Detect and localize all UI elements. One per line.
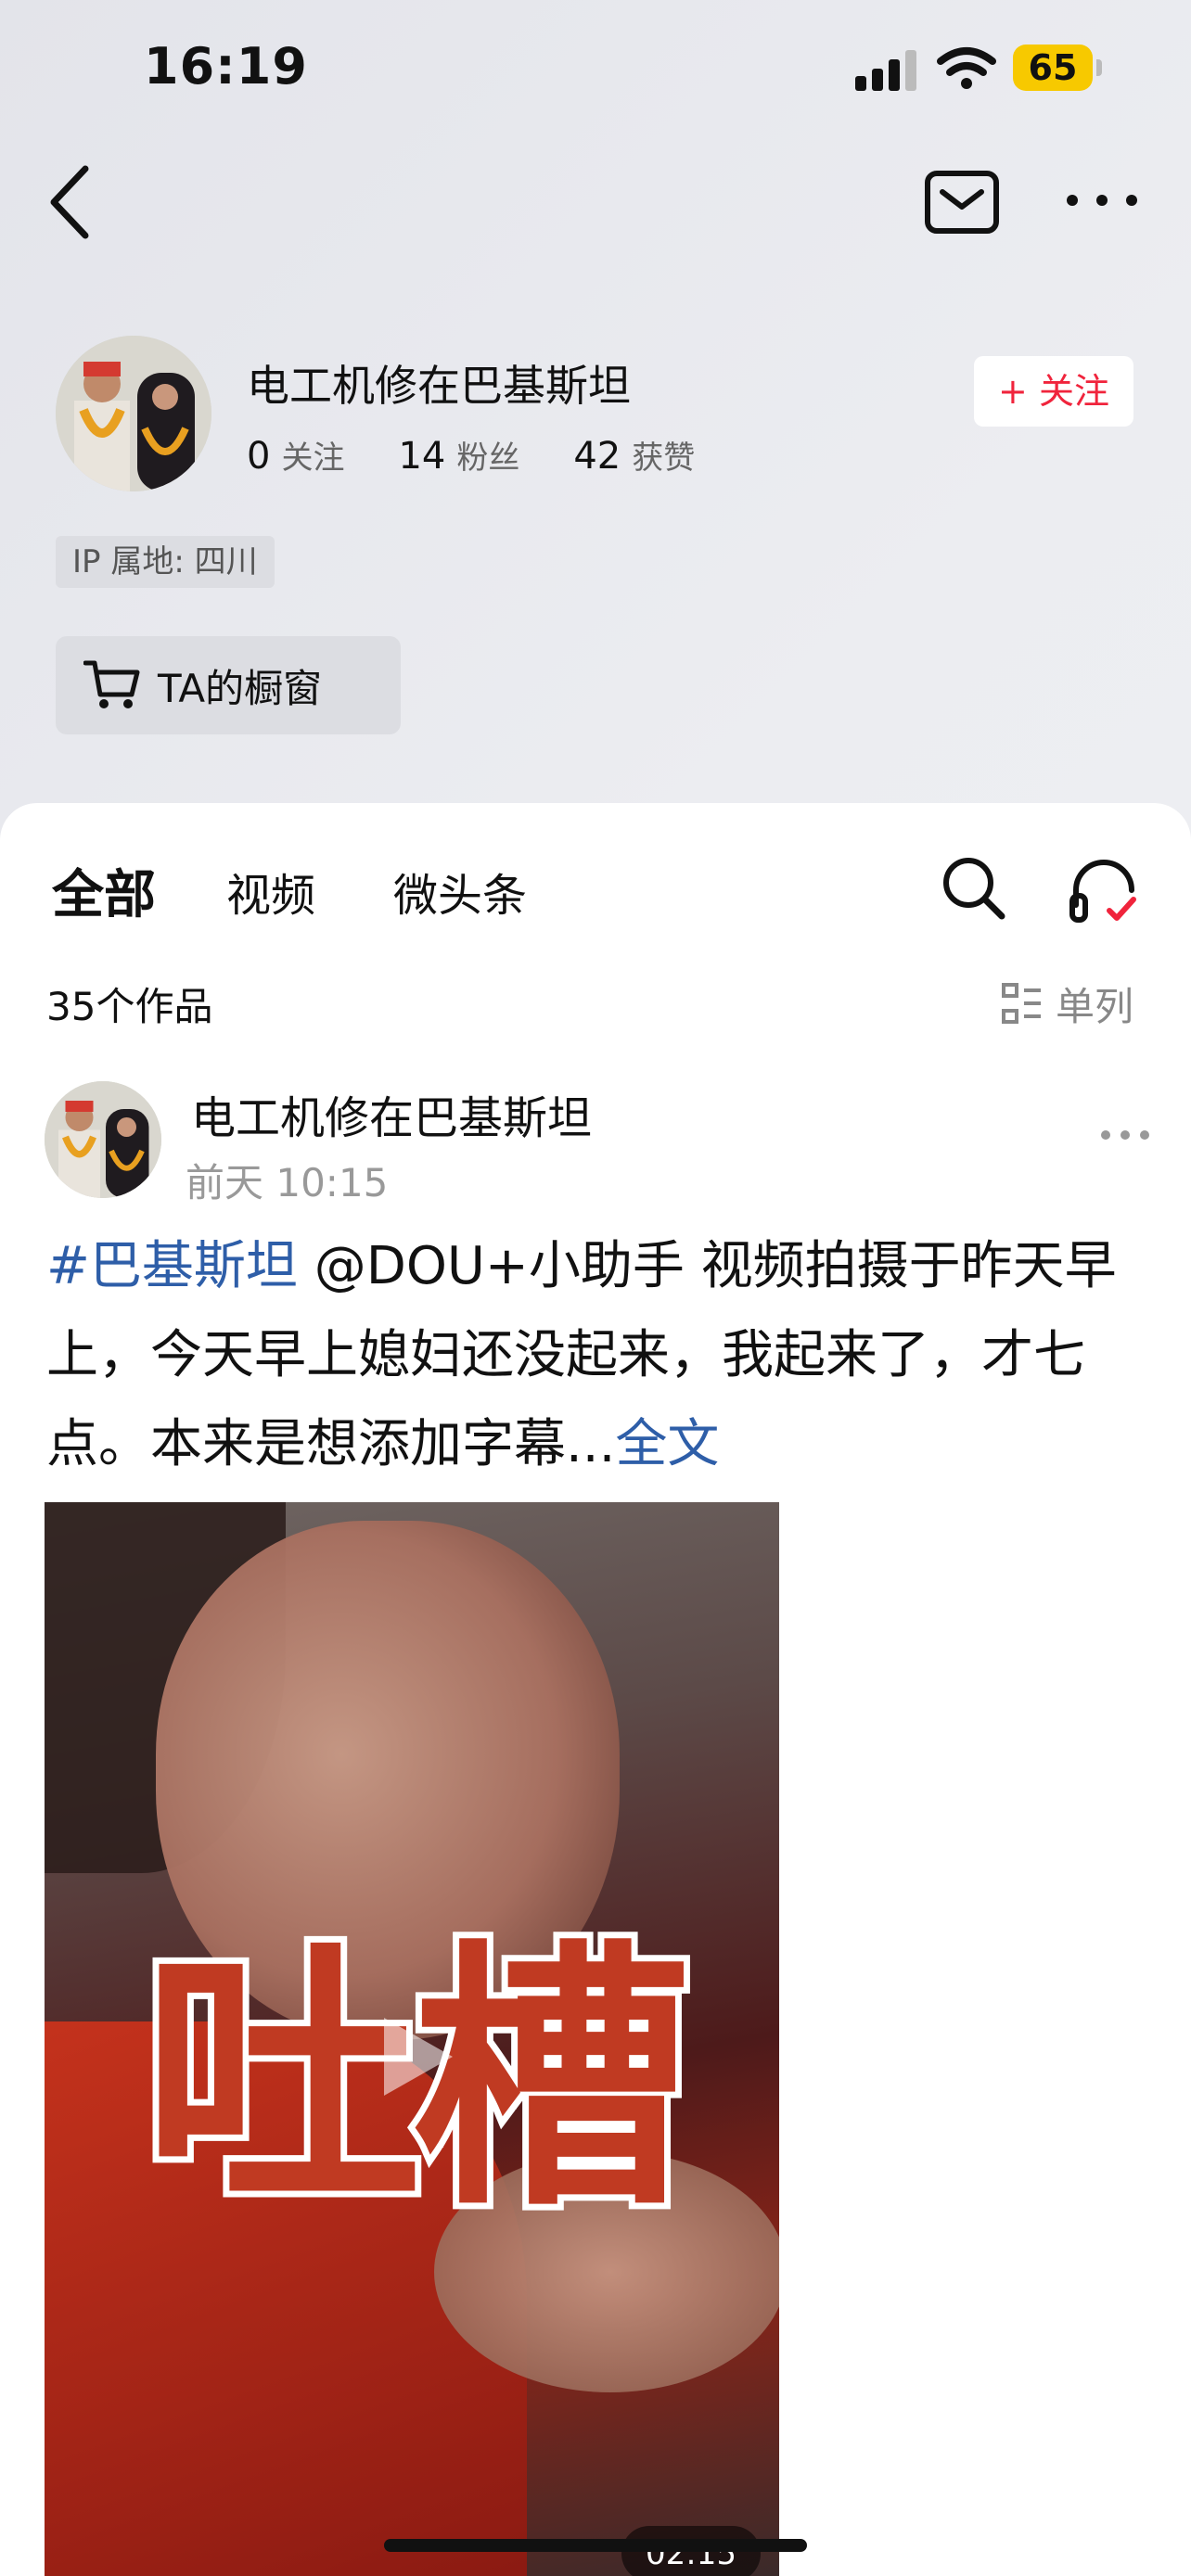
ip-location-badge: IP 属地: 四川 [56, 536, 275, 588]
view-mode-toggle[interactable]: 单列 [1002, 976, 1133, 1032]
wifi-icon [937, 47, 996, 89]
shop-window-label: TA的橱窗 [158, 665, 323, 711]
more-options-icon[interactable] [1065, 193, 1139, 208]
likes-count: 42 [573, 435, 621, 478]
fans-count[interactable]: 14 [398, 435, 445, 478]
following-count[interactable]: 0 [247, 435, 270, 478]
message-icon[interactable] [924, 170, 1000, 235]
profile-avatar[interactable] [56, 336, 211, 491]
post-author-avatar[interactable] [45, 1081, 161, 1198]
full-text-link[interactable]: 全文 [615, 1414, 719, 1474]
follow-button[interactable]: + 关注 [974, 356, 1133, 427]
profile-name: 电工机修在巴基斯坦 [247, 361, 631, 411]
tab-video[interactable]: 视频 [226, 859, 315, 924]
post-timestamp: 前天 10:15 [186, 1160, 389, 1205]
battery-cap [1096, 59, 1102, 76]
post-hashtag[interactable]: #巴基斯坦 [46, 1236, 298, 1296]
profile-stats: 0 关注 14 粉丝 42 获赞 [247, 432, 695, 478]
list-view-icon [1002, 982, 1041, 1024]
view-mode-label: 单列 [1056, 984, 1134, 1029]
shop-window-button[interactable]: TA的橱窗 [56, 636, 401, 734]
status-time: 16:19 [144, 37, 308, 96]
back-arrow-icon[interactable] [46, 163, 93, 241]
search-icon[interactable] [941, 855, 1007, 922]
play-icon[interactable] [375, 2010, 458, 2103]
post-author-name[interactable]: 电工机修在巴基斯坦 [191, 1081, 592, 1146]
shopping-cart-icon [83, 660, 140, 708]
following-label[interactable]: 关注 [281, 432, 344, 478]
fans-label[interactable]: 粉丝 [456, 432, 519, 478]
post-more-icon[interactable] [1100, 1129, 1150, 1141]
tab-all[interactable]: 全部 [52, 853, 156, 928]
likes-label: 获赞 [632, 440, 696, 477]
video-thumbnail[interactable]: 吐槽 02:15 [45, 1502, 779, 2576]
battery-indicator: 65 [1013, 45, 1093, 91]
listen-headphones-icon[interactable] [1067, 855, 1141, 925]
works-count: 35个作品 [46, 984, 213, 1029]
tab-micro-headline[interactable]: 微头条 [393, 859, 527, 924]
home-indicator[interactable] [384, 2539, 807, 2552]
cellular-signal-icon [855, 50, 916, 91]
post-text: #巴基斯坦 @DOU+小助手 视频拍摄于昨天早上，今天早上媳妇还没起来，我起来了… [46, 1222, 1150, 1489]
